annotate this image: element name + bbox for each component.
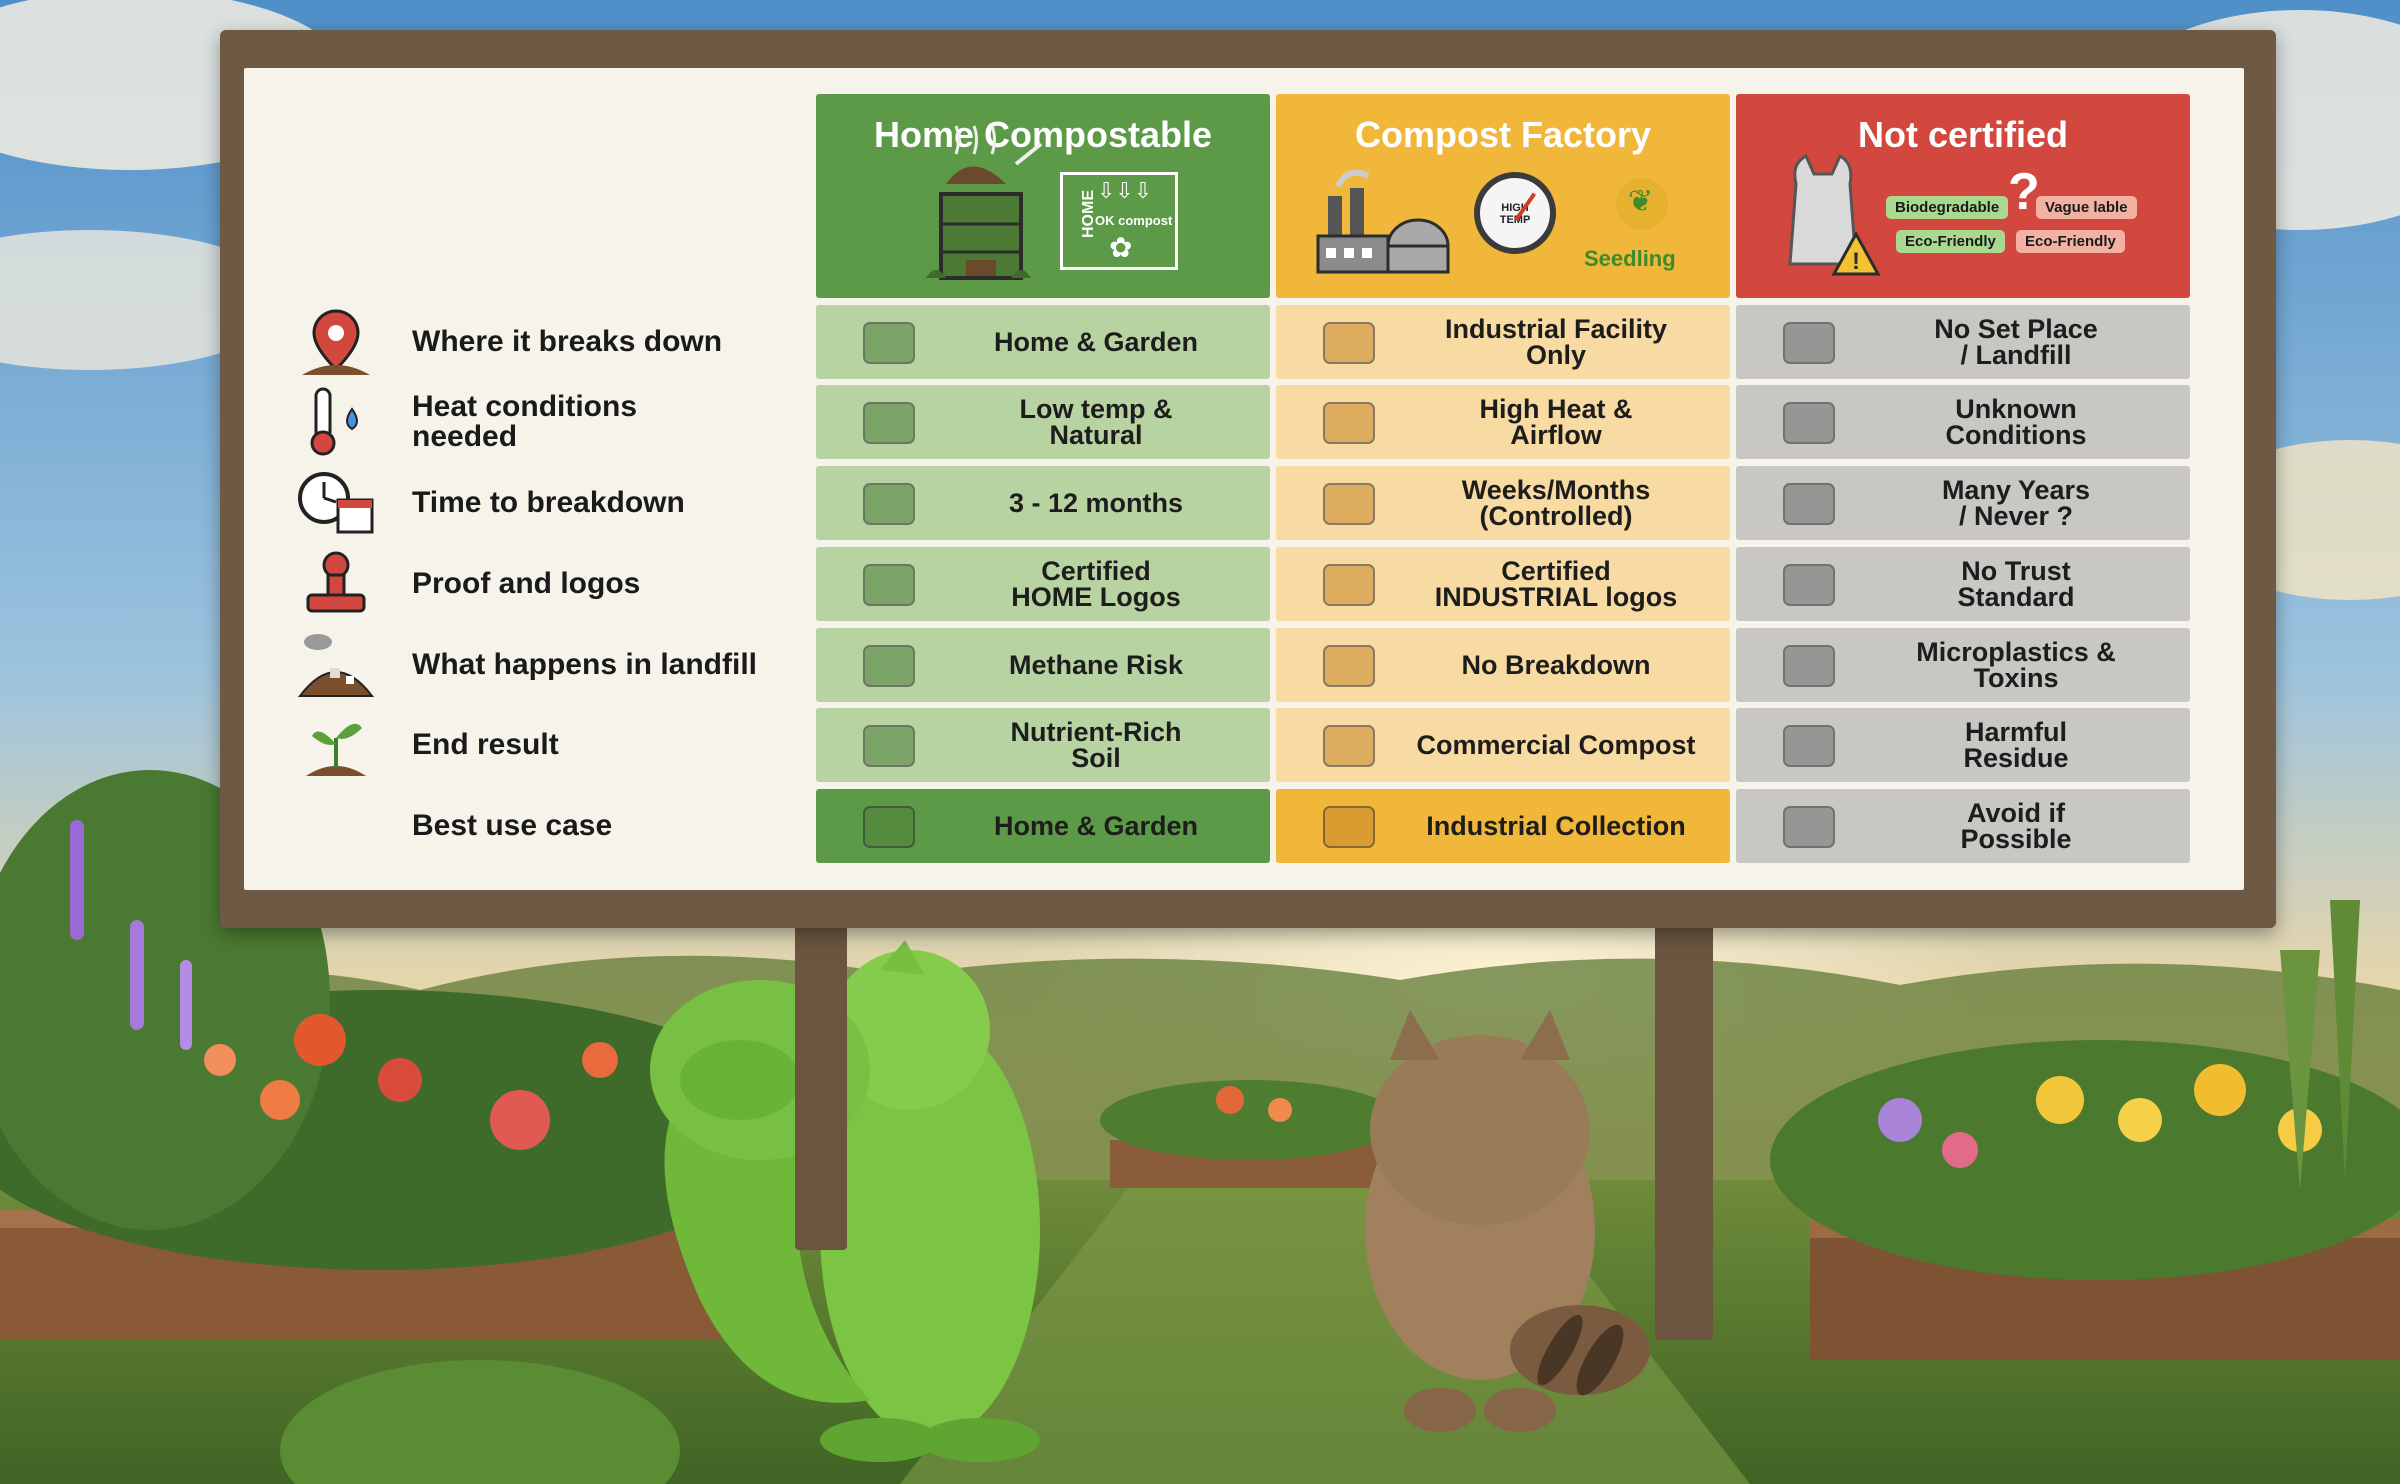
cell-icon: [1316, 799, 1388, 853]
tag-eco-friendly-2: Eco-Friendly: [2016, 230, 2125, 253]
cell-none: No Trust Standard: [1736, 547, 2190, 621]
cell-none: Avoid if Possible: [1736, 789, 2190, 863]
cell-text: Methane Risk: [1008, 650, 1184, 680]
svg-text:!: !: [1852, 248, 1860, 275]
cell-text: Unknown Conditions: [1945, 394, 2087, 450]
cell-icon: [1776, 395, 1848, 449]
cell-icon: [856, 476, 928, 530]
svg-text:?: ?: [2008, 163, 2040, 221]
cell-text: Low temp & Natural: [1019, 394, 1173, 450]
cell-icon: [1316, 315, 1388, 369]
cell-icon: [1316, 638, 1388, 692]
cell-text: Weeks/Months (Controlled): [1461, 475, 1651, 531]
cell-text: No Trust Standard: [1957, 556, 2075, 612]
cell-icon: [1776, 638, 1848, 692]
header-compost-factory: Compost Factory HIGH TEMP ❦ Seedling: [1276, 94, 1730, 298]
cell-factory: Certified INDUSTRIAL logos: [1276, 547, 1730, 621]
cell-none: Many Years / Never ?: [1736, 466, 2190, 540]
cell-icon: [1316, 557, 1388, 611]
tag-biodegradable: Biodegradable: [1886, 196, 2009, 219]
cell-text: Avoid if Possible: [1960, 798, 2072, 854]
cell-factory: Commercial Compost: [1276, 708, 1730, 782]
landfill-icon: [296, 628, 376, 704]
cell-home: Methane Risk: [816, 628, 1270, 702]
cell-icon: [856, 638, 928, 692]
cell-text: Commercial Compost: [1416, 730, 1696, 760]
cell-none: Harmful Residue: [1736, 708, 2190, 782]
cell-icon: [1776, 799, 1848, 853]
cell-factory: Industrial Facility Only: [1276, 305, 1730, 379]
cell-home: Nutrient-Rich Soil: [816, 708, 1270, 782]
cell-text: Microplastics & Toxins: [1916, 637, 2116, 693]
cell-text: Home & Garden: [993, 327, 1199, 357]
cell-home: Low temp & Natural: [816, 385, 1270, 459]
cell-icon: [1316, 395, 1388, 449]
cell-text: High Heat & Airflow: [1479, 394, 1633, 450]
header-home-compostable: Home Compostable HOME ⇩⇩⇩ OK compost ✿: [816, 94, 1270, 298]
thermometer-water-icon: [296, 385, 376, 461]
flower-icon: ✿: [1109, 231, 1133, 264]
row-label: Proof and logos: [412, 567, 641, 600]
billboard-post-left: [795, 920, 847, 1250]
sprout-icon: [296, 708, 376, 784]
cell-text: Certified HOME Logos: [1011, 556, 1181, 612]
high-temp-gauge-icon: HIGH TEMP: [1474, 172, 1556, 254]
tag-vague-label: Vague lable: [2036, 196, 2137, 219]
cell-home: 3 - 12 months: [816, 466, 1270, 540]
cell-text: Nutrient-Rich Soil: [1010, 717, 1182, 773]
cell-text: Industrial Collection: [1426, 811, 1686, 841]
cell-icon: [856, 315, 928, 369]
billboard-post-right: [1655, 920, 1713, 1340]
cell-home: Certified HOME Logos: [816, 547, 1270, 621]
row-label: What happens in landfill: [412, 648, 757, 681]
location-pin-icon: [296, 305, 376, 381]
gauge-label: HIGH TEMP: [1499, 202, 1531, 226]
clock-calendar-icon: [296, 466, 376, 542]
cell-icon: [1776, 476, 1848, 530]
cell-factory: High Heat & Airflow: [1276, 385, 1730, 459]
cell-icon: [856, 395, 928, 449]
cell-none: No Set Place / Landfill: [1736, 305, 2190, 379]
stamp-icon: [296, 547, 376, 623]
cell-home: Home & Garden: [816, 305, 1270, 379]
cell-text: No Breakdown: [1461, 650, 1651, 680]
cell-text: Certified INDUSTRIAL logos: [1434, 556, 1678, 612]
cell-icon: [1776, 557, 1848, 611]
cell-none: Microplastics & Toxins: [1736, 628, 2190, 702]
seedling-icon: ❦: [1616, 178, 1668, 230]
cell-icon: [856, 557, 928, 611]
cell-factory: Industrial Collection: [1276, 789, 1730, 863]
cell-none: Unknown Conditions: [1736, 385, 2190, 459]
row-label: Best use case: [412, 809, 613, 842]
cell-text: Harmful Residue: [1963, 717, 2069, 773]
cell-factory: No Breakdown: [1276, 628, 1730, 702]
compost-bin-icon: [926, 125, 1043, 280]
cell-text: 3 - 12 months: [1008, 488, 1184, 518]
home-ok-compost-logo: HOME ⇩⇩⇩ OK compost ✿: [1060, 172, 1178, 270]
cell-icon: [1316, 718, 1388, 772]
cell-icon: [1776, 718, 1848, 772]
ok-compost-label: OK compost: [1095, 213, 1173, 228]
cell-text: Home & Garden: [993, 811, 1199, 841]
arrows-down-icon: ⇩⇩⇩: [1097, 179, 1153, 204]
cell-icon: [856, 718, 928, 772]
tag-eco-friendly-1: Eco-Friendly: [1896, 230, 2005, 253]
row-label: End result: [412, 728, 559, 761]
row-label: Where it breaks down: [412, 325, 723, 358]
cell-icon: [1316, 476, 1388, 530]
row-label: Time to breakdown: [412, 486, 685, 519]
cell-text: Many Years / Never ?: [1941, 475, 2091, 531]
cell-icon: [1776, 315, 1848, 369]
cell-icon: [856, 799, 928, 853]
cell-home: Home & Garden: [816, 789, 1270, 863]
row-label: Heat conditions needed: [412, 390, 638, 453]
cell-factory: Weeks/Months (Controlled): [1276, 466, 1730, 540]
seedling-label: Seedling: [1584, 246, 1676, 271]
header-not-certified: Not certified ! ? Biodegradable Vague la…: [1736, 94, 2190, 298]
garden-scene: Home Compostable HOME ⇩⇩⇩ OK compost ✿ C…: [0, 0, 2400, 1484]
cell-text: Industrial Facility Only: [1444, 314, 1668, 370]
cell-text: No Set Place / Landfill: [1934, 314, 2098, 370]
